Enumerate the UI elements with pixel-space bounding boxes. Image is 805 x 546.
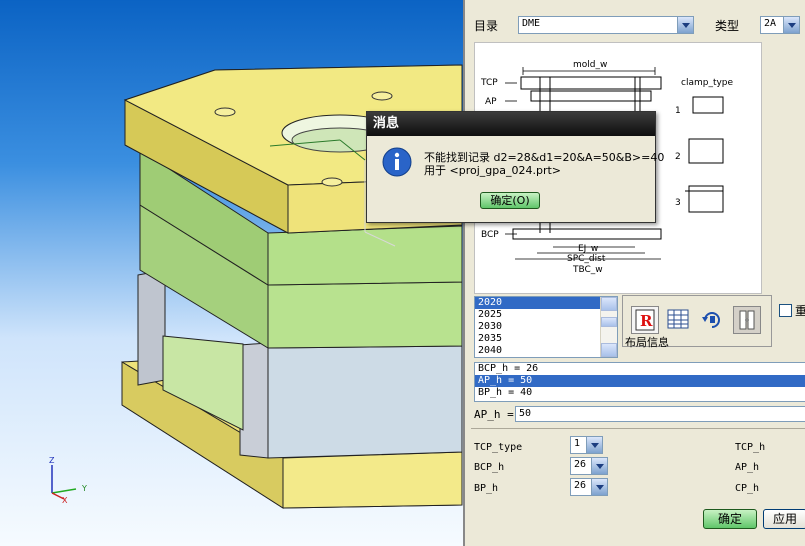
- scroll-down-icon[interactable]: [601, 343, 617, 357]
- type-select[interactable]: 2A: [760, 16, 800, 34]
- spc-dist-label: SPC_dist: [567, 254, 606, 264]
- chevron-down-icon[interactable]: [586, 437, 602, 453]
- bp-h-label: BP_h: [474, 483, 499, 494]
- chevron-down-icon[interactable]: [677, 17, 693, 33]
- ap-label: AP: [485, 97, 497, 107]
- rotate-icon[interactable]: [699, 306, 725, 332]
- type-label: 类型: [715, 19, 740, 33]
- tcp-h-label: TCP_h: [735, 442, 766, 453]
- axis-x-label: X: [62, 496, 68, 505]
- scroll-up-icon[interactable]: [601, 297, 617, 311]
- layout-toolbar: R 布局信息: [622, 295, 772, 349]
- scroll-thumb[interactable]: [601, 317, 617, 327]
- tcp-type-select[interactable]: 1: [570, 436, 603, 454]
- axis-z-label: Z: [49, 456, 55, 465]
- list-item[interactable]: 2030: [475, 321, 617, 333]
- bp-h-select[interactable]: 26: [570, 478, 608, 496]
- chevron-down-icon[interactable]: [591, 479, 607, 495]
- info-icon: [381, 146, 413, 178]
- parameter-list[interactable]: BCP_h = 26 AP_h = 50 BP_h = 40: [474, 362, 805, 402]
- list-item[interactable]: 2040: [475, 345, 617, 357]
- mold-icon[interactable]: [733, 306, 761, 334]
- divider: [471, 428, 805, 429]
- list-item[interactable]: 2020: [475, 297, 617, 309]
- list-item[interactable]: 2035: [475, 333, 617, 345]
- dialog-title: 消息: [367, 112, 655, 136]
- reuse-checkbox-label: 重: [795, 304, 805, 318]
- tbc-w-label: TBC_w: [572, 265, 603, 275]
- red-r-icon[interactable]: R: [631, 306, 659, 334]
- cp-h-label: CP_h: [735, 483, 760, 494]
- message-dialog: 消息 不能找到记录 d2=28&d1=20&A=50&B>=40 用于 <pro…: [366, 111, 664, 223]
- catalog-select[interactable]: DME: [518, 16, 694, 34]
- dialog-ok-button[interactable]: 确定(O): [480, 192, 540, 209]
- ok-button[interactable]: 确定: [703, 509, 757, 529]
- chevron-down-icon[interactable]: [591, 458, 607, 474]
- reuse-checkbox[interactable]: [779, 304, 792, 317]
- list-item[interactable]: AP_h = 50: [475, 375, 805, 387]
- list-item[interactable]: BP_h = 40: [475, 387, 805, 399]
- mold-base-manager-panel: 目录 DME 类型 2A mold_w TCP AP BCP EJ_w SPC_…: [463, 0, 805, 546]
- clamp-option-3: 3: [675, 198, 681, 208]
- tcp-label: TCP: [480, 78, 498, 88]
- bcp-h-label: BCP_h: [474, 462, 505, 473]
- table-icon[interactable]: [665, 306, 691, 332]
- parameter-value-input[interactable]: 50: [515, 406, 805, 422]
- dialog-message-line2: 用于 <proj_gpa_024.prt>: [424, 164, 561, 177]
- catalog-label: 目录: [474, 19, 499, 33]
- chevron-down-icon[interactable]: [783, 17, 799, 33]
- svg-text:R: R: [640, 312, 653, 330]
- scrollbar[interactable]: [600, 297, 617, 357]
- clamp-option-1: 1: [675, 106, 681, 116]
- bcp-h-select[interactable]: 26: [570, 457, 608, 475]
- edit-label: AP_h =: [474, 408, 514, 421]
- layout-info-label: 布局信息: [625, 336, 669, 349]
- size-list[interactable]: 2020 2025 2030 2035 2040: [474, 296, 618, 358]
- axis-y-label: Y: [82, 484, 87, 493]
- clamp-option-2: 2: [675, 152, 681, 162]
- ej-w-label: EJ_w: [578, 244, 598, 254]
- bcp-label: BCP: [481, 230, 499, 240]
- list-item[interactable]: BCP_h = 26: [475, 363, 805, 375]
- clamp-type-label: clamp_type: [681, 78, 734, 88]
- tcp-type-label: TCP_type: [474, 442, 523, 453]
- mold-w-label: mold_w: [573, 60, 607, 70]
- apply-button[interactable]: 应用: [763, 509, 805, 529]
- list-item[interactable]: 2025: [475, 309, 617, 321]
- ap-h-label: AP_h: [735, 462, 760, 473]
